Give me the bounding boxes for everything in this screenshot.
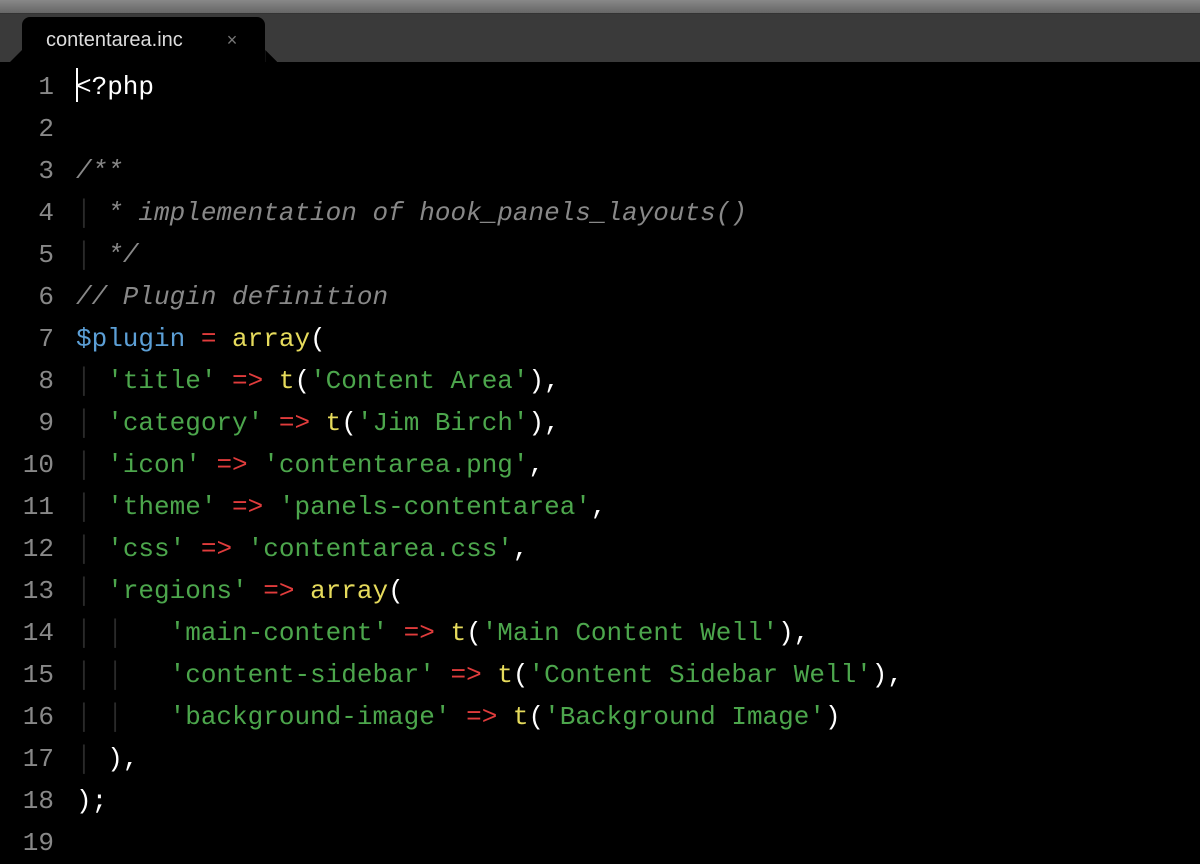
code-line: │ */ xyxy=(76,234,1200,276)
line-number: 17 xyxy=(0,738,54,780)
code-line: // Plugin definition xyxy=(76,276,1200,318)
line-number: 15 xyxy=(0,654,54,696)
code-line: │ 'category' => t('Jim Birch'), xyxy=(76,402,1200,444)
line-number: 14 xyxy=(0,612,54,654)
tab-bar: contentarea.inc × xyxy=(0,14,1200,62)
line-number: 1 xyxy=(0,66,54,108)
line-number: 8 xyxy=(0,360,54,402)
line-number: 19 xyxy=(0,822,54,864)
code-line: │ 'title' => t('Content Area'), xyxy=(76,360,1200,402)
code-line: ); xyxy=(76,780,1200,822)
code-line: │ │ 'content-sidebar' => t('Content Side… xyxy=(76,654,1200,696)
code-line: │ ), xyxy=(76,738,1200,780)
line-number: 7 xyxy=(0,318,54,360)
code-line xyxy=(76,822,1200,864)
line-number: 3 xyxy=(0,150,54,192)
code-line: │ 'css' => 'contentarea.css', xyxy=(76,528,1200,570)
code-line: $plugin = array( xyxy=(76,318,1200,360)
code-line: │ │ 'main-content' => t('Main Content We… xyxy=(76,612,1200,654)
text-cursor xyxy=(76,68,78,102)
code-area[interactable]: <?php /** │ * implementation of hook_pan… xyxy=(68,62,1200,863)
tab-filename: contentarea.inc xyxy=(46,29,183,52)
code-line: │ 'theme' => 'panels-contentarea', xyxy=(76,486,1200,528)
code-line: │ │ 'background-image' => t('Background … xyxy=(76,696,1200,738)
line-number: 18 xyxy=(0,780,54,822)
editor: 1 2 3 4 5 6 7 8 9 10 11 12 13 14 15 16 1… xyxy=(0,62,1200,863)
line-number: 10 xyxy=(0,444,54,486)
line-number: 12 xyxy=(0,528,54,570)
code-line: /** xyxy=(76,150,1200,192)
code-line xyxy=(76,108,1200,150)
window-title-bar xyxy=(0,0,1200,14)
close-icon[interactable]: × xyxy=(223,30,242,51)
gutter: 1 2 3 4 5 6 7 8 9 10 11 12 13 14 15 16 1… xyxy=(0,62,68,863)
line-number: 5 xyxy=(0,234,54,276)
code-line: │ * implementation of hook_panels_layout… xyxy=(76,192,1200,234)
code-line: │ 'icon' => 'contentarea.png', xyxy=(76,444,1200,486)
line-number: 2 xyxy=(0,108,54,150)
tab-contentarea[interactable]: contentarea.inc × xyxy=(22,17,265,62)
code-line: <?php xyxy=(76,66,1200,108)
line-number: 9 xyxy=(0,402,54,444)
code-line: │ 'regions' => array( xyxy=(76,570,1200,612)
line-number: 16 xyxy=(0,696,54,738)
line-number: 11 xyxy=(0,486,54,528)
line-number: 4 xyxy=(0,192,54,234)
line-number: 13 xyxy=(0,570,54,612)
line-number: 6 xyxy=(0,276,54,318)
